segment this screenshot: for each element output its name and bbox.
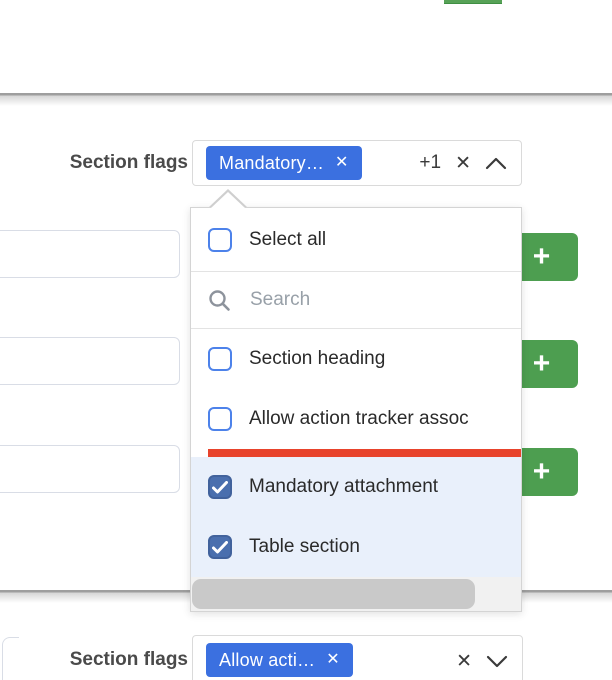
option-label: Mandatory attachment bbox=[249, 476, 438, 498]
option-allow-action-tracker[interactable]: Allow action tracker assoc bbox=[191, 389, 521, 449]
overflow-count: +1 bbox=[419, 152, 441, 174]
option-checkbox[interactable] bbox=[208, 347, 232, 371]
clear-all-icon[interactable]: ✕ bbox=[455, 152, 471, 175]
option-label: Section heading bbox=[249, 348, 385, 370]
search-icon bbox=[208, 289, 231, 312]
option-label: Table section bbox=[249, 536, 360, 558]
option-section-heading[interactable]: Section heading bbox=[191, 329, 521, 389]
option-checkbox-checked[interactable] bbox=[208, 475, 232, 499]
chip-remove-icon[interactable]: ✕ bbox=[335, 155, 349, 171]
option-label: Allow action tracker assoc bbox=[249, 408, 469, 430]
select-all-label: Select all bbox=[249, 229, 326, 251]
option-mandatory-attachment[interactable]: Mandatory attachment bbox=[191, 457, 521, 517]
section-flags-label-bottom: Section flags bbox=[0, 649, 188, 671]
row1-text-input[interactable] bbox=[0, 230, 180, 278]
horizontal-scrollbar-thumb[interactable] bbox=[192, 579, 475, 609]
option-checkbox[interactable] bbox=[208, 407, 232, 431]
section-divider-top bbox=[0, 93, 612, 107]
horizontal-scrollbar-track[interactable] bbox=[191, 577, 521, 611]
select-all-row[interactable]: Select all bbox=[191, 208, 521, 271]
plus-icon: + bbox=[533, 242, 551, 272]
chip-label: Mandatory… bbox=[219, 153, 324, 174]
select-all-checkbox[interactable] bbox=[208, 228, 232, 252]
chip-mandatory[interactable]: Mandatory… ✕ bbox=[206, 146, 362, 180]
screen: + + + Section flags Mandatory… ✕ +1 ✕ bbox=[0, 0, 612, 680]
search-input[interactable] bbox=[248, 288, 521, 312]
drop-indicator-bar bbox=[208, 449, 521, 457]
row2-text-input[interactable] bbox=[0, 337, 180, 385]
option-table-section[interactable]: Table section bbox=[191, 517, 521, 577]
chip-remove-icon[interactable]: ✕ bbox=[326, 652, 340, 668]
search-row bbox=[191, 272, 521, 328]
row3-text-input[interactable] bbox=[0, 445, 180, 493]
chevron-down-icon[interactable] bbox=[486, 655, 508, 668]
partial-green-button[interactable] bbox=[444, 0, 502, 4]
chevron-up-icon[interactable] bbox=[485, 157, 507, 170]
clear-all-icon[interactable]: ✕ bbox=[456, 650, 472, 673]
dropdown-caret-fill bbox=[211, 192, 245, 208]
chip-allow-action[interactable]: Allow acti… ✕ bbox=[206, 643, 353, 677]
option-checkbox-checked[interactable] bbox=[208, 535, 232, 559]
plus-icon: + bbox=[533, 349, 551, 379]
section-flags-label-top: Section flags bbox=[0, 152, 188, 174]
section-flags-multiselect-top[interactable]: Mandatory… ✕ +1 ✕ bbox=[192, 140, 522, 186]
multiselect-dropdown-panel: Select all Section heading Allow action … bbox=[190, 207, 522, 612]
plus-icon: + bbox=[533, 457, 551, 487]
section-flags-multiselect-bottom[interactable]: Allow acti… ✕ ✕ bbox=[192, 635, 523, 680]
chip-label: Allow acti… bbox=[219, 650, 315, 671]
